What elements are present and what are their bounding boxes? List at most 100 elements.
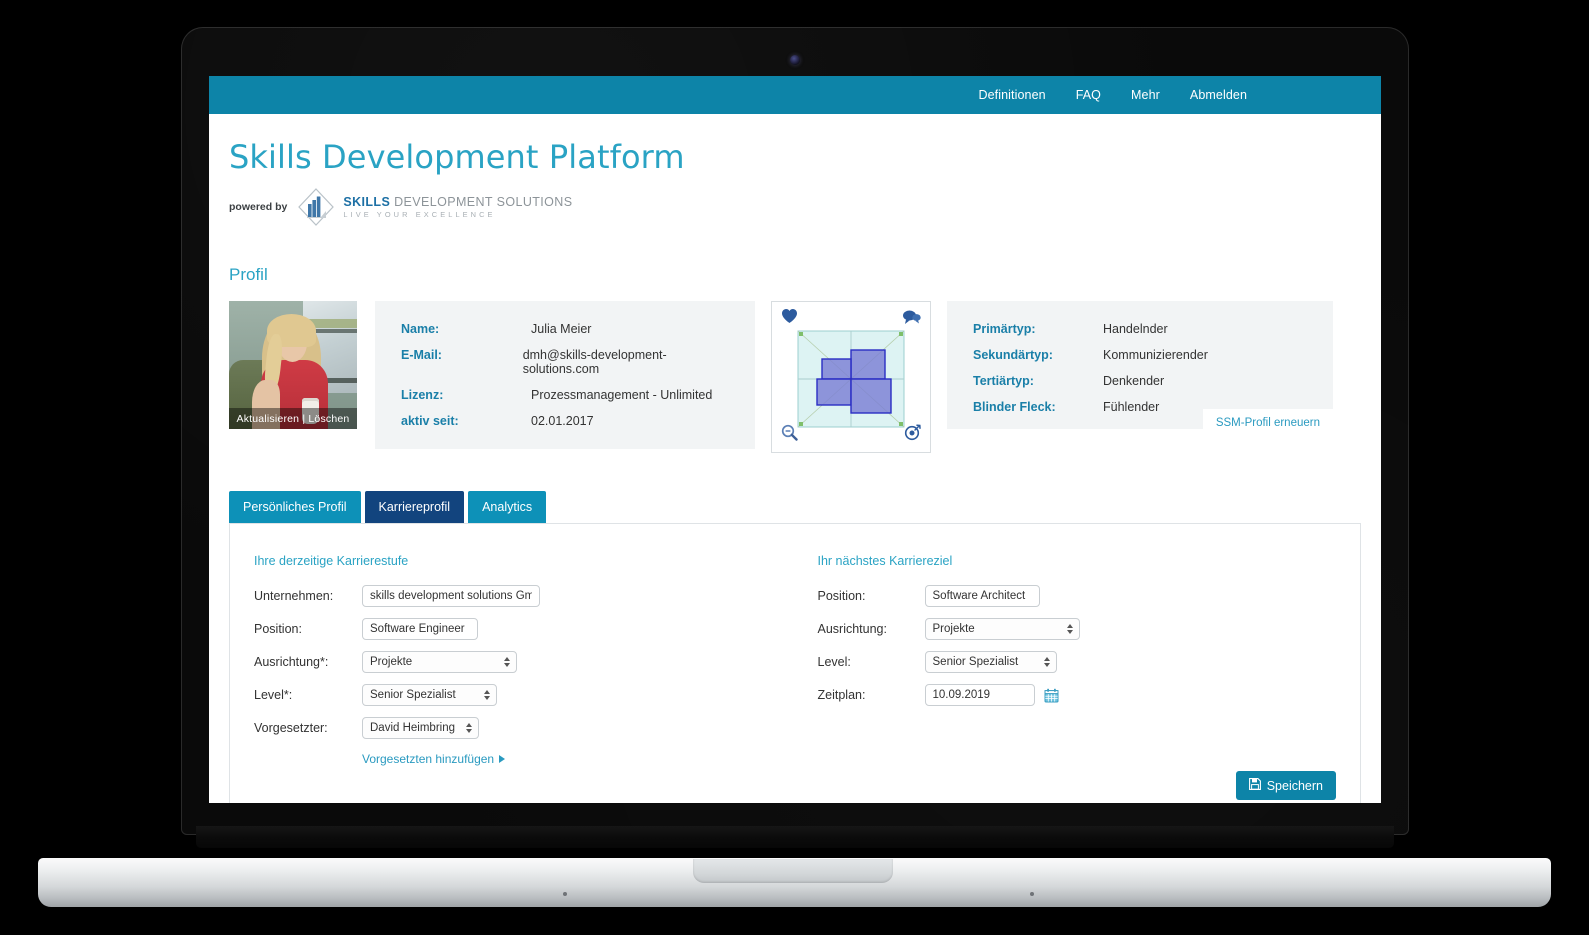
select-wrap-ausrichtung-current: Projekte (362, 651, 517, 673)
label-zeitplan: Zeitplan: (817, 688, 866, 702)
current-career-column: Ihre derzeitige Karrierestufe Unternehme… (254, 554, 773, 800)
sds-logo-name: SKILLS DEVELOPMENT SOLUTIONS (343, 194, 573, 209)
select-ausrichtung-current[interactable]: Projekte (362, 651, 517, 673)
type-value-primaer: Handelnder (1103, 322, 1168, 336)
tab-karriereprofil[interactable]: Karriereprofil (364, 491, 465, 523)
input-zeitplan[interactable] (924, 684, 1035, 706)
type-value-tertiaer: Denkender (1103, 374, 1165, 388)
type-label-blinder-fleck: Blinder Fleck: (973, 400, 1056, 414)
career-goal-column: Ihr nächstes Karriereziel Position: Ausr… (773, 554, 1337, 800)
nav-item-abmelden[interactable]: Abmelden (1190, 88, 1247, 102)
nav-item-mehr[interactable]: Mehr (1131, 88, 1160, 102)
nav-item-definitionen[interactable]: Definitionen (978, 88, 1045, 102)
brand-header: Skills Development Platform powered by S… (219, 114, 1371, 227)
field-row-vorgesetzter: Vorgesetzter: David Heimbring (254, 717, 773, 739)
field-row-ausrichtung-goal: Ausrichtung: Projekte (818, 618, 1337, 640)
section-title-profil: Profil (229, 265, 268, 284)
info-label-name: Name: (401, 322, 440, 336)
info-label-email: E-Mail: (401, 348, 442, 362)
type-label-sekundaer: Sekundärtyp: (973, 348, 1053, 362)
ssm-profile-widget[interactable] (771, 301, 931, 453)
avatar[interactable]: Aktualisieren | Löschen (229, 301, 357, 429)
renew-ssm-profile-button[interactable]: SSM-Profil erneuern (1202, 409, 1333, 437)
speech-bubbles-icon[interactable] (902, 309, 921, 330)
type-label-primaer: Primärtyp: (973, 322, 1036, 336)
laptop-base-notch (693, 859, 893, 883)
page-body: Skills Development Platform powered by S… (209, 114, 1381, 803)
select-wrap-vorgesetzter: David Heimbring (362, 717, 479, 739)
ssm-type-card: Primärtyp: Handelnder Sekundärtyp: Kommu… (947, 301, 1333, 437)
info-row-email: E-Mail: dmh@skills-development-solutions… (401, 348, 729, 376)
current-career-title: Ihre derzeitige Karrierestufe (254, 554, 409, 568)
save-button-label: Speichern (1266, 778, 1323, 793)
save-button[interactable]: Speichern (1235, 771, 1336, 800)
profile-summary-row: Aktualisieren | Löschen Name: Julia Meie… (219, 301, 1371, 453)
select-vorgesetzter[interactable]: David Heimbring (362, 717, 479, 739)
label-position-current: Position: (254, 622, 302, 636)
chevron-right-icon (499, 755, 506, 763)
type-value-blinder-fleck: Fühlender (1103, 400, 1160, 414)
field-row-ausrichtung-current: Ausrichtung*: Projekte (254, 651, 773, 673)
field-row-level-current: Level*: Senior Spezialist (254, 684, 773, 706)
career-goal-title: Ihr nächstes Karriereziel (817, 554, 953, 568)
info-value-name: Julia Meier (531, 322, 592, 336)
label-vorgesetzter: Vorgesetzter: (254, 721, 328, 735)
label-position-goal: Position: (817, 589, 866, 603)
input-position-current[interactable] (362, 618, 478, 640)
select-level-current[interactable]: Senior Spezialist (362, 684, 497, 706)
info-value-aktiv-seit: 02.01.2017 (531, 414, 594, 428)
info-label-aktiv-seit: aktiv seit: (401, 414, 459, 428)
label-level-goal: Level: (817, 655, 851, 669)
type-row-primaer: Primärtyp: Handelnder (973, 322, 1307, 336)
type-row-tertiaer: Tertiärtyp: Denkender (973, 374, 1307, 388)
input-position-goal[interactable] (924, 585, 1040, 607)
type-label-tertiaer: Tertiärtyp: (973, 374, 1034, 388)
target-icon[interactable] (904, 424, 921, 446)
webcam-icon (790, 55, 800, 65)
info-row-lizenz: Lizenz: Prozessmanagement - Unlimited (401, 388, 729, 402)
type-row-sekundaer: Sekundärtyp: Kommunizierender (973, 348, 1307, 362)
sds-logo-mark-icon (296, 187, 336, 227)
info-value-email: dmh@skills-development-solutions.com (522, 348, 667, 376)
add-supervisor-link[interactable]: Vorgesetzten hinzufügen (362, 752, 506, 766)
select-wrap-level-goal: Senior Spezialist (924, 651, 1057, 673)
screenshot-stage: Definitionen FAQ Mehr Abmelden Skills De… (0, 0, 1589, 935)
field-row-position-current: Position: (254, 618, 773, 640)
label-level-current: Level*: (254, 688, 293, 702)
photo-actions-overlay[interactable]: Aktualisieren | Löschen (229, 408, 357, 429)
select-ausrichtung-goal[interactable]: Projekte (924, 618, 1080, 640)
sds-logo: SKILLS DEVELOPMENT SOLUTIONS LIVE YOUR E… (296, 187, 572, 227)
ssm-quadrant-diagram (797, 330, 905, 428)
select-wrap-ausrichtung-goal: Projekte (924, 618, 1080, 640)
save-icon (1248, 778, 1261, 793)
info-row-name: Name: Julia Meier (401, 322, 729, 336)
label-unternehmen: Unternehmen: (254, 589, 334, 603)
info-label-lizenz: Lizenz: (401, 388, 444, 402)
tab-persoenliches-profil[interactable]: Persönliches Profil (229, 491, 361, 523)
select-wrap-level-current: Senior Spezialist (362, 684, 497, 706)
tab-analytics[interactable]: Analytics (468, 491, 547, 523)
label-ausrichtung-current: Ausrichtung*: (254, 655, 329, 669)
type-value-sekundaer: Kommunizierender (1103, 348, 1208, 362)
input-unternehmen[interactable] (362, 585, 540, 607)
sds-logo-text: SKILLS DEVELOPMENT SOLUTIONS LIVE YOUR E… (343, 194, 573, 219)
heart-icon[interactable] (781, 308, 798, 329)
laptop-hinge (196, 826, 1394, 848)
field-row-unternehmen: Unternehmen: (254, 585, 773, 607)
add-supervisor-label: Vorgesetzten hinzufügen (362, 752, 495, 766)
field-row-zeitplan: Zeitplan: (818, 684, 1337, 706)
field-row-position-goal: Position: (818, 585, 1337, 607)
select-level-goal[interactable]: Senior Spezialist (924, 651, 1057, 673)
screen-content: Definitionen FAQ Mehr Abmelden Skills De… (209, 76, 1381, 803)
sds-logo-rest: DEVELOPMENT SOLUTIONS (390, 194, 573, 209)
page-title: Skills Development Platform (229, 138, 685, 176)
powered-by-row: powered by SKILLS DEVELOPMENT SOLUTIONS … (229, 187, 1371, 227)
magnifier-icon[interactable] (781, 424, 798, 446)
info-row-aktiv-seit: aktiv seit: 02.01.2017 (401, 414, 729, 428)
calendar-icon[interactable] (1044, 688, 1059, 703)
powered-by-label: powered by (229, 201, 288, 213)
nav-item-faq[interactable]: FAQ (1076, 88, 1101, 102)
laptop-base-screw-right (1030, 892, 1034, 896)
label-ausrichtung-goal: Ausrichtung: (817, 622, 887, 636)
sds-logo-skills: SKILLS (343, 194, 391, 209)
